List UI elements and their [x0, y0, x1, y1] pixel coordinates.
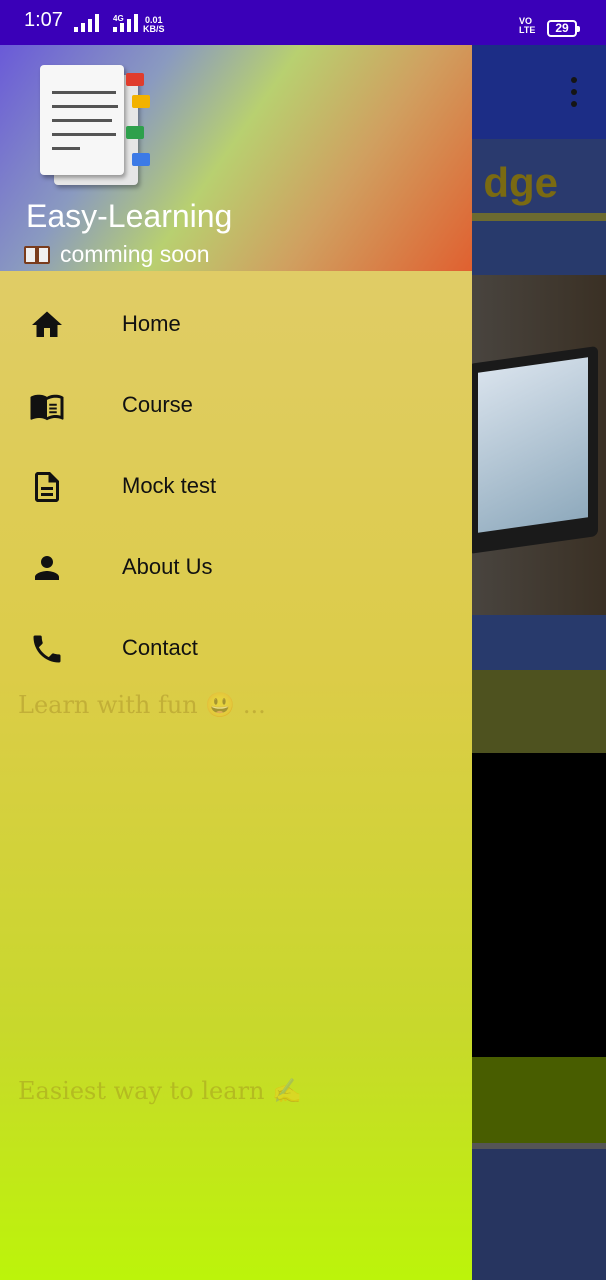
subtitle-text: comming soon: [60, 241, 210, 267]
menu-item-course[interactable]: Course: [0, 366, 472, 447]
app-logo-icon: [38, 65, 158, 190]
signal-icon: [74, 12, 99, 32]
home-icon: [32, 311, 62, 337]
signal-icon-2: [113, 12, 138, 32]
drawer-subtitle: comming soon: [24, 241, 210, 268]
faint-section-text: Learn with fun 😃 ...: [18, 691, 266, 719]
menu-item-home[interactable]: Home: [0, 285, 472, 366]
volte-line2: LTE: [519, 25, 536, 35]
volte-icon: VO LTE: [519, 17, 535, 35]
book-icon: [24, 244, 52, 266]
document-icon: [35, 472, 59, 502]
menu-label-mock-test: Mock test: [122, 473, 217, 498]
app-name: Easy-Learning: [26, 198, 233, 234]
banner-title: dge: [483, 159, 558, 206]
navigation-drawer[interactable]: Easy-Learning comming soon Home Course M: [0, 45, 472, 1280]
overflow-menu-icon[interactable]: [570, 77, 578, 107]
network-speed: 0.01 KB/S: [143, 16, 165, 34]
person-icon: [35, 556, 59, 580]
menu-label-contact: Contact: [122, 635, 198, 660]
status-bar: 1:07 4G 0.01 KB/S VO LTE 29: [0, 0, 606, 45]
menu-label-about-us: About Us: [122, 554, 213, 579]
status-time: 1:07: [24, 9, 63, 31]
menu-label-home: Home: [122, 311, 181, 336]
menu-item-contact[interactable]: Contact: [0, 609, 472, 690]
menu-item-about-us[interactable]: About Us: [0, 528, 472, 609]
laptop-image: [468, 345, 598, 555]
menu-item-mock-test[interactable]: Mock test: [0, 447, 472, 528]
drawer-menu: Home Course Mock test About Us Contact L…: [0, 271, 472, 1280]
faint-section-text-2: Easiest way to learn ✍: [18, 1077, 303, 1105]
phone-icon: [33, 635, 61, 663]
book-open-icon: [30, 394, 64, 421]
speed-unit: KB/S: [143, 24, 165, 34]
battery-icon: 29: [547, 20, 580, 37]
menu-label-course: Course: [122, 392, 193, 417]
drawer-header: Easy-Learning comming soon: [0, 45, 472, 271]
